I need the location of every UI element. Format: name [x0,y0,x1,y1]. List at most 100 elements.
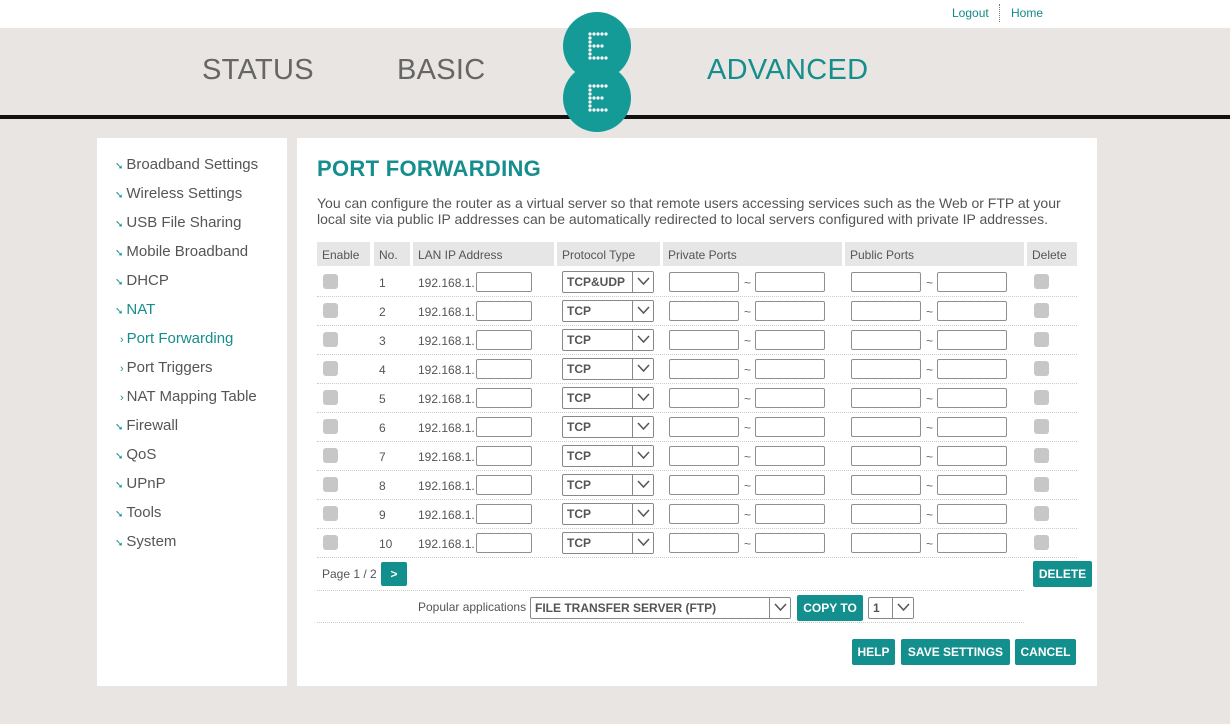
lan-ip-input[interactable] [476,446,532,466]
sidebar-item-port-forwarding[interactable]: › Port Forwarding [120,330,233,347]
public-port-start-input[interactable] [851,388,921,408]
public-port-start-input[interactable] [851,417,921,437]
sidebar-item-nat-mapping-table[interactable]: › NAT Mapping Table [120,388,257,405]
sidebar-item-port-triggers[interactable]: › Port Triggers [120,359,213,376]
popular-applications-select[interactable]: FILE TRANSFER SERVER (FTP) [530,597,791,619]
delete-button[interactable]: DELETE [1033,561,1092,587]
public-port-start-input[interactable] [851,301,921,321]
sidebar-item-qos[interactable]: ➘ QoS [115,446,156,463]
home-link[interactable]: Home [1011,6,1043,20]
public-port-end-input[interactable] [937,504,1007,524]
logout-link[interactable]: Logout [952,6,989,20]
private-port-end-input[interactable] [755,417,825,437]
private-port-end-input[interactable] [755,359,825,379]
lan-ip-input[interactable] [476,301,532,321]
protocol-select[interactable]: TCP [562,474,654,496]
private-port-start-input[interactable] [669,388,739,408]
public-port-end-input[interactable] [937,388,1007,408]
cancel-button[interactable]: CANCEL [1015,639,1076,665]
public-port-end-input[interactable] [937,272,1007,292]
enable-checkbox[interactable] [323,274,338,289]
lan-ip-input[interactable] [476,504,532,524]
public-port-start-input[interactable] [851,330,921,350]
public-port-end-input[interactable] [937,446,1007,466]
sidebar-item-dhcp[interactable]: ➘ DHCP [115,272,169,289]
enable-checkbox[interactable] [323,332,338,347]
delete-checkbox[interactable] [1034,274,1049,289]
public-port-end-input[interactable] [937,417,1007,437]
private-port-start-input[interactable] [669,533,739,553]
sidebar-item-upnp[interactable]: ➘ UPnP [115,475,166,492]
sidebar-item-wireless-settings[interactable]: ➘ Wireless Settings [115,185,242,202]
sidebar-item-usb-file-sharing[interactable]: ➘ USB File Sharing [115,214,241,231]
copy-to-button[interactable]: COPY TO [797,595,863,621]
public-port-end-input[interactable] [937,359,1007,379]
sidebar-item-nat[interactable]: ➘ NAT [115,301,155,318]
private-port-end-input[interactable] [755,301,825,321]
lan-ip-input[interactable] [476,272,532,292]
public-port-start-input[interactable] [851,475,921,495]
protocol-select[interactable]: TCP [562,329,654,351]
delete-checkbox[interactable] [1034,332,1049,347]
delete-checkbox[interactable] [1034,535,1049,550]
sidebar-item-firewall[interactable]: ➘ Firewall [115,417,178,434]
copy-to-row-select[interactable]: 1 [868,597,914,619]
private-port-start-input[interactable] [669,330,739,350]
enable-checkbox[interactable] [323,390,338,405]
enable-checkbox[interactable] [323,477,338,492]
public-port-end-input[interactable] [937,475,1007,495]
public-port-start-input[interactable] [851,504,921,524]
delete-checkbox[interactable] [1034,448,1049,463]
private-port-end-input[interactable] [755,330,825,350]
private-port-start-input[interactable] [669,359,739,379]
delete-checkbox[interactable] [1034,477,1049,492]
save-settings-button[interactable]: SAVE SETTINGS [901,639,1010,665]
sidebar-item-system[interactable]: ➘ System [115,533,176,550]
nav-status[interactable]: STATUS [202,54,314,87]
private-port-start-input[interactable] [669,504,739,524]
protocol-select[interactable]: TCP [562,300,654,322]
private-port-start-input[interactable] [669,417,739,437]
nav-basic[interactable]: BASIC [397,54,486,87]
public-port-start-input[interactable] [851,446,921,466]
protocol-select[interactable]: TCP [562,503,654,525]
private-port-start-input[interactable] [669,475,739,495]
next-page-button[interactable]: > [381,562,407,586]
enable-checkbox[interactable] [323,303,338,318]
delete-checkbox[interactable] [1034,390,1049,405]
protocol-select[interactable]: TCP [562,387,654,409]
protocol-select[interactable]: TCP [562,358,654,380]
private-port-start-input[interactable] [669,301,739,321]
protocol-select[interactable]: TCP&UDP [562,271,654,293]
public-port-end-input[interactable] [937,330,1007,350]
enable-checkbox[interactable] [323,361,338,376]
delete-checkbox[interactable] [1034,506,1049,521]
private-port-end-input[interactable] [755,272,825,292]
protocol-select[interactable]: TCP [562,445,654,467]
private-port-start-input[interactable] [669,446,739,466]
enable-checkbox[interactable] [323,419,338,434]
lan-ip-input[interactable] [476,417,532,437]
ee-logo[interactable] [562,12,632,132]
delete-checkbox[interactable] [1034,303,1049,318]
private-port-end-input[interactable] [755,504,825,524]
public-port-end-input[interactable] [937,301,1007,321]
public-port-start-input[interactable] [851,359,921,379]
private-port-end-input[interactable] [755,533,825,553]
help-button[interactable]: HELP [852,639,895,665]
nav-advanced[interactable]: ADVANCED [707,54,868,87]
public-port-start-input[interactable] [851,272,921,292]
sidebar-item-broadband-settings[interactable]: ➘ Broadband Settings [115,156,258,173]
enable-checkbox[interactable] [323,448,338,463]
sidebar-item-mobile-broadband[interactable]: ➘ Mobile Broadband [115,243,248,260]
sidebar-item-tools[interactable]: ➘ Tools [115,504,161,521]
lan-ip-input[interactable] [476,475,532,495]
private-port-end-input[interactable] [755,475,825,495]
protocol-select[interactable]: TCP [562,416,654,438]
private-port-end-input[interactable] [755,388,825,408]
lan-ip-input[interactable] [476,359,532,379]
lan-ip-input[interactable] [476,330,532,350]
delete-checkbox[interactable] [1034,361,1049,376]
protocol-select[interactable]: TCP [562,532,654,554]
public-port-end-input[interactable] [937,533,1007,553]
